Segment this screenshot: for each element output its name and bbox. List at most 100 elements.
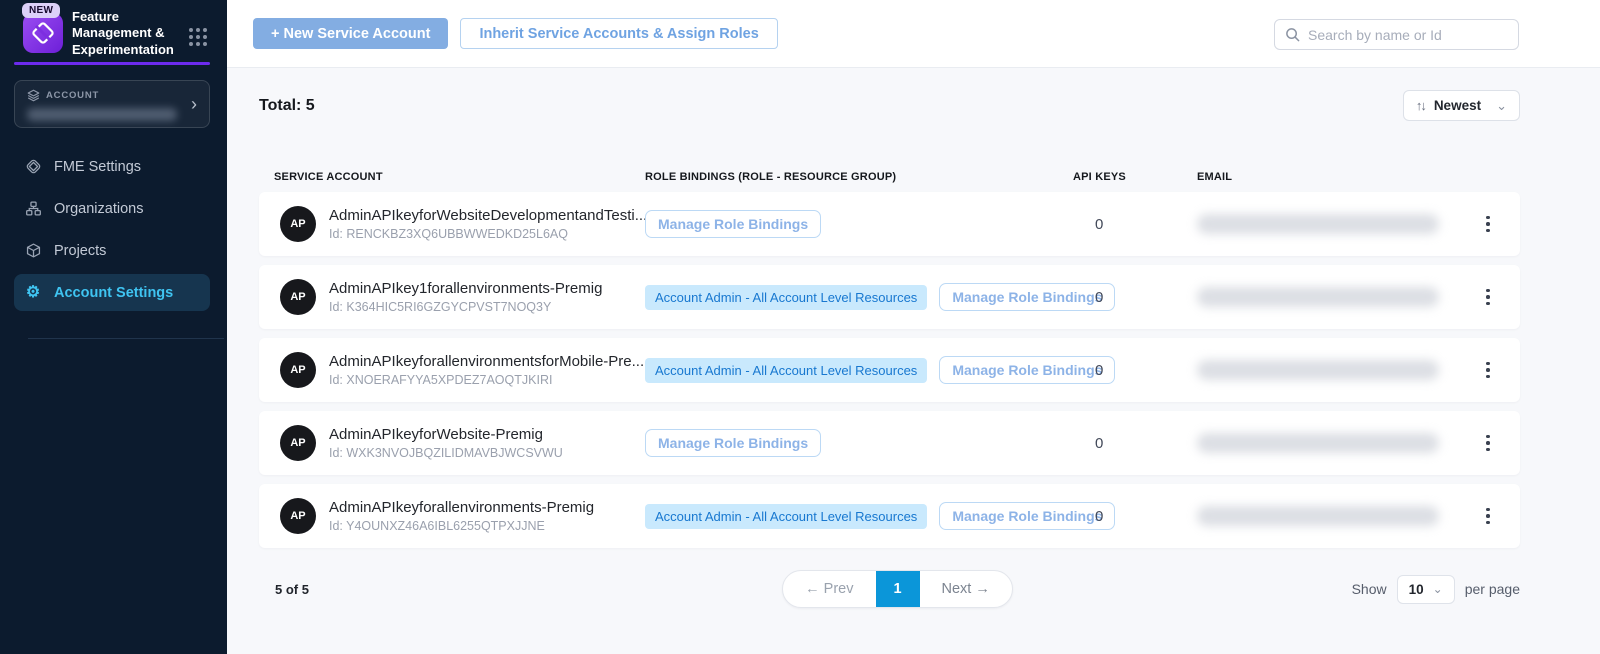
service-account-cell: AP AdminAPIkeyforWebsite-Premig Id: WXK3…: [274, 425, 645, 461]
sidebar-item-label: FME Settings: [54, 159, 141, 175]
organizations-icon: [24, 200, 42, 217]
prev-page-button[interactable]: ← Prev: [783, 570, 875, 608]
sidebar-item-projects[interactable]: Projects: [14, 232, 210, 269]
total-count: Total: 5: [259, 97, 315, 115]
account-name-redacted: [27, 108, 177, 121]
new-badge: NEW: [22, 3, 60, 18]
avatar: AP: [280, 425, 316, 461]
page-number-button[interactable]: 1: [876, 570, 920, 608]
role-badge: Account Admin - All Account Level Resour…: [645, 285, 927, 310]
table-row: AP AdminAPIkeyforWebsite-Premig Id: WXK3…: [259, 411, 1520, 475]
avatar: AP: [280, 206, 316, 242]
list-footer: 5 of 5 ← Prev 1 Next → Show 10 ⌄ per pag…: [259, 570, 1520, 608]
search-icon: [1285, 27, 1300, 42]
table-row: AP AdminAPIkeyforallenvironmentsforMobil…: [259, 338, 1520, 402]
layers-icon: [27, 89, 40, 102]
service-account-cell: AP AdminAPIkeyforWebsiteDevelopmentandTe…: [274, 206, 645, 242]
sort-dropdown[interactable]: ↑↓ Newest ⌄: [1403, 90, 1520, 121]
show-label: Show: [1352, 581, 1387, 597]
row-actions-kebab-icon[interactable]: [1476, 356, 1500, 384]
sort-selected-value: Newest: [1434, 98, 1481, 113]
product-title: Feature Management & Experimentation: [72, 9, 184, 58]
row-actions-kebab-icon[interactable]: [1476, 429, 1500, 457]
chevron-down-icon: ⌄: [1496, 98, 1507, 114]
email-redacted: [1197, 506, 1439, 526]
api-keys-count: 0: [1073, 435, 1197, 452]
service-account-name: AdminAPIkey1forallenvironments-Premig: [329, 280, 602, 297]
app-switcher-grid-icon[interactable]: [187, 26, 209, 48]
table-row: AP AdminAPIkey1forallenvironments-Premig…: [259, 265, 1520, 329]
service-account-name: AdminAPIkeyforWebsiteDevelopmentandTesti…: [329, 207, 645, 224]
api-keys-count: 0: [1073, 508, 1197, 525]
chevron-down-icon: ⌄: [1433, 582, 1443, 596]
role-bindings-cell: Account Admin - All Account Level Resour…: [645, 502, 1073, 530]
result-summary: 5 of 5: [259, 582, 782, 597]
api-keys-count: 0: [1073, 216, 1197, 233]
page-size-select[interactable]: 10 ⌄: [1397, 575, 1455, 604]
role-bindings-cell: Account Admin - All Account Level Resour…: [645, 356, 1073, 384]
email-redacted: [1197, 214, 1439, 234]
manage-role-bindings-button[interactable]: Manage Role Bindings: [645, 429, 821, 457]
table-row: AP AdminAPIkeyforWebsiteDevelopmentandTe…: [259, 192, 1520, 256]
account-switcher[interactable]: ACCOUNT ›: [14, 80, 210, 128]
gear-icon: ⚙: [24, 285, 42, 301]
brand-divider: [14, 62, 210, 65]
role-badge: Account Admin - All Account Level Resour…: [645, 504, 927, 529]
nav-divider: [28, 338, 224, 339]
role-badge: Account Admin - All Account Level Resour…: [645, 358, 927, 383]
service-account-id: Id: Y4OUNXZ46A6IBL6255QTPXJJNE: [329, 519, 594, 533]
row-actions-kebab-icon[interactable]: [1476, 502, 1500, 530]
role-bindings-cell: Account Admin - All Account Level Resour…: [645, 283, 1073, 311]
service-account-cell: AP AdminAPIkey1forallenvironments-Premig…: [274, 279, 645, 315]
role-bindings-cell: Manage Role Bindings: [645, 210, 1073, 238]
main-content: + New Service Account Inherit Service Ac…: [227, 0, 1600, 654]
sidebar-item-account-settings[interactable]: ⚙ Account Settings: [14, 274, 210, 311]
page-size-control: Show 10 ⌄ per page: [1013, 575, 1520, 604]
new-service-account-button[interactable]: + New Service Account: [253, 18, 448, 49]
next-page-button[interactable]: Next →: [920, 570, 1012, 608]
service-account-id: Id: WXK3NVOJBQZILIDMAVBJWCSVWU: [329, 446, 563, 460]
per-page-label: per page: [1465, 581, 1520, 597]
avatar: AP: [280, 279, 316, 315]
email-redacted: [1197, 287, 1439, 307]
chevron-right-icon: ›: [191, 95, 197, 113]
fme-logo-icon: [23, 13, 63, 53]
row-actions-kebab-icon[interactable]: [1476, 283, 1500, 311]
cube-icon: [24, 242, 42, 259]
pagination: ← Prev 1 Next →: [782, 570, 1013, 608]
fme-settings-icon: [24, 158, 42, 175]
inherit-service-accounts-button[interactable]: Inherit Service Accounts & Assign Roles: [460, 18, 777, 49]
service-account-cell: AP AdminAPIkeyforallenvironments-Premig …: [274, 498, 645, 534]
service-account-id: Id: XNOERAFYYA5XPDEZ7AOQTJKIRI: [329, 373, 644, 387]
sidebar-item-fme-settings[interactable]: FME Settings: [14, 148, 210, 185]
table-row: AP AdminAPIkeyforallenvironments-Premig …: [259, 484, 1520, 548]
column-service-account: SERVICE ACCOUNT: [274, 171, 645, 183]
sidebar: NEW Feature Management & Experimentation: [0, 0, 227, 654]
column-role-bindings: ROLE BINDINGS (ROLE - RESOURCE GROUP): [645, 171, 1073, 183]
service-account-cell: AP AdminAPIkeyforallenvironmentsforMobil…: [274, 352, 645, 388]
column-email: EMAIL: [1197, 171, 1460, 183]
email-redacted: [1197, 433, 1439, 453]
api-keys-count: 0: [1073, 362, 1197, 379]
brand-header: NEW Feature Management & Experimentation: [0, 0, 227, 62]
service-account-name: AdminAPIkeyforWebsite-Premig: [329, 426, 563, 443]
sidebar-item-organizations[interactable]: Organizations: [14, 190, 210, 227]
service-account-id: Id: RENCKBZ3XQ6UBBWWEDKD25L6AQ: [329, 227, 645, 241]
column-api-keys: API KEYS: [1073, 171, 1197, 183]
list-toolbar: Total: 5 ↑↓ Newest ⌄: [259, 90, 1520, 121]
account-label: ACCOUNT: [46, 90, 99, 101]
row-actions-kebab-icon[interactable]: [1476, 210, 1500, 238]
avatar: AP: [280, 498, 316, 534]
avatar: AP: [280, 352, 316, 388]
manage-role-bindings-button[interactable]: Manage Role Bindings: [645, 210, 821, 238]
table-header: SERVICE ACCOUNT ROLE BINDINGS (ROLE - RE…: [259, 171, 1520, 183]
search-box: [1274, 19, 1519, 50]
sidebar-nav: FME Settings Organizations Projects: [14, 148, 210, 316]
page-size-value: 10: [1409, 582, 1424, 597]
role-bindings-cell: Manage Role Bindings: [645, 429, 1073, 457]
api-keys-count: 0: [1073, 289, 1197, 306]
sidebar-item-label: Organizations: [54, 201, 143, 217]
sidebar-item-label: Account Settings: [54, 285, 173, 301]
service-account-name: AdminAPIkeyforallenvironments-Premig: [329, 499, 594, 516]
search-input[interactable]: [1308, 27, 1508, 43]
